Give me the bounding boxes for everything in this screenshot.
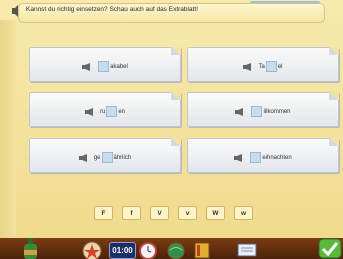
letter-tile[interactable]: V bbox=[150, 206, 169, 220]
left-border bbox=[0, 20, 16, 238]
word-card[interactable]: eihnachten bbox=[187, 138, 339, 173]
word-card[interactable]: illkommen bbox=[187, 92, 339, 127]
word-suffix: illkommen bbox=[263, 108, 291, 115]
globe-icon[interactable] bbox=[166, 241, 186, 259]
speaker-icon[interactable] bbox=[234, 153, 245, 162]
word-suffix: en bbox=[118, 108, 126, 115]
checkmark-icon[interactable] bbox=[318, 238, 342, 259]
letter-gap[interactable] bbox=[101, 152, 113, 163]
star-icon[interactable] bbox=[80, 241, 104, 259]
word-card[interactable]: ru en bbox=[29, 92, 181, 127]
game-frame bbox=[0, 0, 343, 259]
clock-icon[interactable] bbox=[138, 241, 158, 259]
word-card[interactable]: akabel bbox=[29, 47, 181, 82]
letter-gap[interactable] bbox=[251, 106, 263, 117]
speaker-icon[interactable] bbox=[78, 153, 90, 162]
speaker-icon[interactable] bbox=[235, 107, 246, 116]
letter-gap[interactable] bbox=[98, 61, 110, 72]
word-card[interactable]: Ta el bbox=[187, 47, 339, 82]
word-suffix: akabel bbox=[110, 63, 128, 70]
letter-tile[interactable]: f bbox=[122, 206, 141, 220]
letter-gap[interactable] bbox=[265, 61, 277, 72]
speaker-icon[interactable] bbox=[84, 107, 96, 116]
speaker-icon[interactable] bbox=[82, 62, 93, 71]
speaker-icon[interactable] bbox=[243, 62, 254, 71]
letter-tile[interactable]: W bbox=[206, 206, 225, 220]
letter-tray: F f V v W w bbox=[94, 206, 253, 220]
word-suffix: el bbox=[277, 63, 283, 70]
word-suffix: eihnachten bbox=[262, 154, 292, 161]
letter-tile[interactable]: v bbox=[178, 206, 197, 220]
speaker-icon[interactable] bbox=[11, 4, 19, 18]
letter-gap[interactable] bbox=[250, 152, 262, 163]
document-icon[interactable] bbox=[236, 242, 258, 258]
word-card[interactable]: ge ährlich bbox=[29, 138, 181, 173]
letter-tile[interactable]: F bbox=[94, 206, 113, 220]
book-icon[interactable] bbox=[194, 242, 210, 259]
bottle-icon[interactable] bbox=[20, 238, 42, 259]
word-prefix: ge bbox=[93, 154, 101, 161]
word-suffix: ährlich bbox=[113, 154, 132, 161]
word-prefix: Ta bbox=[258, 63, 265, 70]
clock-display: 01:00 bbox=[109, 242, 136, 259]
word-prefix: ru bbox=[99, 108, 106, 115]
letter-tile[interactable]: w bbox=[234, 206, 253, 220]
instruction-text: Kannst du richtig einsetzen? Schau auch … bbox=[26, 6, 198, 13]
letter-gap[interactable] bbox=[106, 106, 118, 117]
